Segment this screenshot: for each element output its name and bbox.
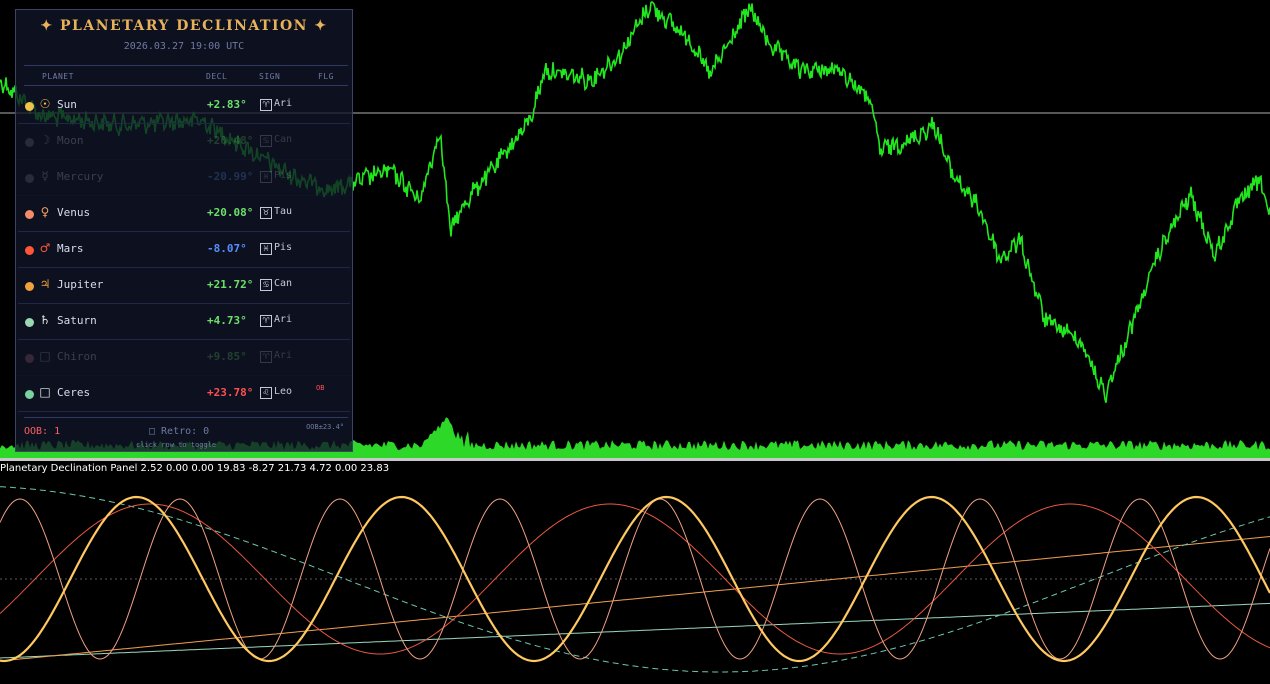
status-dot [25,246,34,255]
planet-symbol-icon: ☉ [39,97,51,111]
planet-name: Ceres [57,386,91,399]
planet-symbol-icon: □ [39,349,51,363]
planet-symbol-icon: ☿ [41,169,49,183]
planet-name: Mercury [57,170,104,183]
zodiac-sign: ♈ Ari [260,314,292,327]
status-dot [25,282,34,291]
planet-name: Venus [57,206,91,219]
oob-count: OOB: 1 [24,426,61,437]
planet-row-saturn[interactable]: ♄ Saturn +4.73° ♈ Ari [18,304,350,340]
zodiac-sign-label: Pis [274,170,293,181]
toggle-hint: click row to toggle [136,441,217,449]
zodiac-sign-label: Leo [274,386,293,397]
planet-symbol-icon: □ [39,385,51,399]
planet-symbol-icon: ♂ [39,241,51,255]
zodiac-sign-icon: ♉ [260,207,272,219]
retro-count: □ Retro: 0 [149,426,210,437]
indicator-label: Planetary Declination Panel 2.52 0.00 0.… [0,463,390,474]
zodiac-sign-label: Ari [274,98,293,109]
zodiac-sign-label: Can [274,278,293,289]
declination-value: +4.73° [207,314,247,327]
zodiac-sign: ♉ Tau [260,206,292,219]
planet-symbol-icon: ♃ [39,277,51,291]
zodiac-sign: ♈ Ari [260,350,292,363]
planet-row-mercury[interactable]: ☿ Mercury -20.99° ♓ Pis [18,160,350,196]
saturn-line [0,602,1270,659]
planet-name: Saturn [57,314,97,327]
declination-value: +20.08° [207,206,254,219]
zodiac-sign-label: Can [274,134,293,145]
zodiac-sign-icon: ♈ [260,99,272,111]
zodiac-sign-icon: ♋ [260,135,272,147]
status-dot [25,390,34,399]
planet-symbol-icon: ♀ [40,205,50,219]
zodiac-sign-icon: ♋ [260,279,272,291]
zodiac-sign: ♓ Pis [260,242,292,255]
panel-datetime: 2026.03.27 19:00 UTC [123,41,245,52]
status-dot [25,318,34,327]
declination-value: -8.07° [207,242,247,255]
planet-symbol-icon: ☽ [39,133,51,147]
status-dot [25,138,34,147]
zodiac-sign: ♌ Leo [260,386,292,399]
planet-row-chiron[interactable]: □ Chiron +9.85° ♈ Ari [18,340,350,376]
declination-oscillator-chart[interactable] [0,461,1270,684]
planet-row-mars[interactable]: ♂ Mars -8.07° ♓ Pis [18,232,350,268]
planet-row-sun[interactable]: ☉ Sun +2.83° ♈ Ari [18,88,350,124]
oob-threshold: OOB±23.4° [306,423,344,431]
zodiac-sign-icon: ♈ [260,351,272,363]
declination-value: +20.48° [207,134,254,147]
zodiac-sign-icon: ♓ [260,243,272,255]
planet-name: Jupiter [57,278,104,291]
planet-row-venus[interactable]: ♀ Venus +20.08° ♉ Tau [18,196,350,232]
planet-name: Mars [57,242,84,255]
declination-value: +9.85° [207,350,247,363]
planet-row-ceres[interactable]: □ Ceres +23.78° ♌ Leo OB [18,376,350,412]
status-dot [25,210,34,219]
panel-title: ✦ PLANETARY DECLINATION ✦ [40,18,328,34]
zodiac-sign-label: Ari [274,350,293,361]
zodiac-sign: ♋ Can [260,134,292,147]
column-header-flag: FLG [318,72,334,81]
declination-value: +21.72° [207,278,254,291]
planet-name: Chiron [57,350,97,363]
zodiac-sign-label: Pis [274,242,293,253]
footer-divider [24,417,348,418]
status-dot [25,354,34,363]
zodiac-sign-label: Tau [274,206,293,217]
planet-name: Moon [57,134,84,147]
column-header-sign: SIGN [259,72,281,81]
column-header-divider [24,85,348,86]
zodiac-sign-icon: ♌ [260,387,272,399]
declination-value: +2.83° [207,98,247,111]
zodiac-sign-icon: ♓ [260,171,272,183]
planet-symbol-icon: ♄ [39,313,51,327]
planet-name: Sun [57,98,77,111]
column-header-decl: DECL [206,72,228,81]
status-dot [25,174,34,183]
status-dot [25,102,34,111]
zodiac-sign-icon: ♈ [260,315,272,327]
declination-value: +23.78° [207,386,254,399]
planet-row-jupiter[interactable]: ♃ Jupiter +21.72° ♋ Can [18,268,350,304]
oob-flag: OB [316,384,325,392]
zodiac-sign: ♋ Can [260,278,292,291]
header-divider [24,65,348,66]
zodiac-sign-label: Ari [274,314,293,325]
planet-row-moon[interactable]: ☽ Moon +20.48° ♋ Can [18,124,350,160]
planetary-declination-panel[interactable]: ✦ PLANETARY DECLINATION ✦ 2026.03.27 19:… [15,9,353,452]
declination-value: -20.99° [207,170,254,183]
zodiac-sign: ♈ Ari [260,98,292,111]
column-header-planet: PLANET [42,72,74,81]
zodiac-sign: ♓ Pis [260,170,292,183]
